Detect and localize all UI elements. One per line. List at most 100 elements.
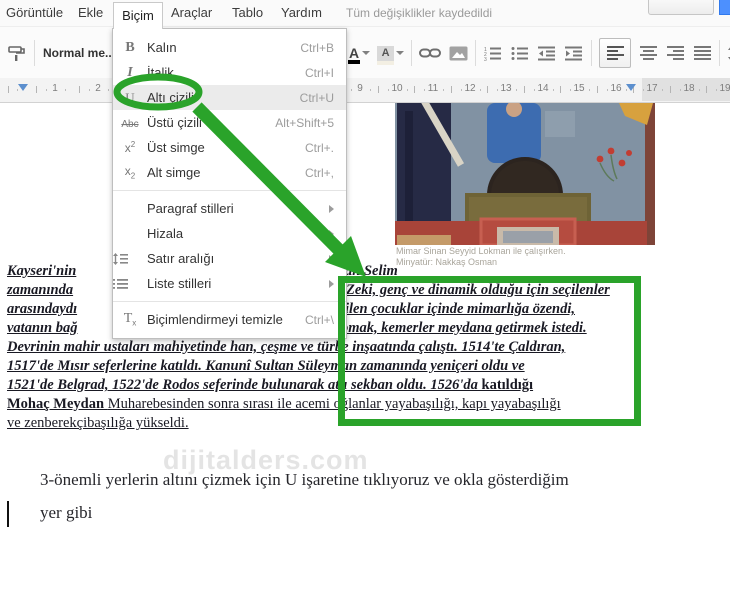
numbered-list-icon[interactable]: 123 — [483, 39, 503, 67]
para-line7: 1521'de Belgrad, 1522'de Rodos seferinde… — [7, 377, 534, 393]
ruler-tick — [589, 89, 590, 91]
ruler-tick — [424, 89, 425, 91]
ruler-tick — [407, 89, 408, 91]
ruler-number: 13 — [500, 83, 512, 94]
menu-item-bold[interactable]: B Kalın Ctrl+B — [113, 35, 346, 60]
para-line2-right: Zeki, genç ve dinamik olduğu için seçile… — [346, 282, 610, 298]
ruler-tick — [534, 89, 535, 91]
submenu-arrow-icon — [329, 229, 334, 238]
toolbar-separator — [411, 40, 413, 66]
menu-tablo[interactable]: Tablo — [232, 0, 263, 26]
menu-item-line-spacing[interactable]: Satır aralığı — [113, 246, 346, 271]
note-line2: yer gibi — [40, 503, 93, 522]
menu-araclar[interactable]: Araçlar — [171, 0, 212, 26]
text-color-button[interactable]: A — [348, 39, 371, 67]
ruler-tick — [46, 89, 47, 91]
style-selector[interactable]: Normal me... — [43, 39, 115, 67]
menu-yardim[interactable]: Yardım — [281, 0, 322, 26]
menu-item-subscript[interactable]: x2 Alt simge Ctrl+, — [113, 160, 346, 185]
ruler-tick — [414, 86, 415, 93]
submenu-arrow-icon — [329, 204, 334, 213]
text-color-caret[interactable] — [362, 51, 371, 55]
ruler-tick — [370, 89, 371, 91]
menu-item-superscript[interactable]: x2 Üst simge Ctrl+. — [113, 135, 346, 160]
toolbar-separator — [591, 40, 593, 66]
menu-item-clear-formatting[interactable]: Tx Biçimlendirmeyi temizle Ctrl+\ — [113, 307, 346, 332]
justify-button[interactable] — [692, 39, 712, 67]
para-line8: Mohaç Meydan Muharebesinden sonra sırası… — [7, 396, 561, 412]
clear-formatting-icon: Tx — [123, 311, 137, 328]
image-caption: Mimar Sinan Seyyid Lokman ile çalışırken… — [396, 246, 566, 267]
increase-indent-icon[interactable] — [564, 39, 584, 67]
submenu-arrow-icon — [329, 279, 334, 288]
menu-item-paragraph-styles[interactable]: Paragraf stilleri — [113, 196, 346, 221]
menu-item-align[interactable]: Hizala — [113, 221, 346, 246]
ruler-number: 11 — [427, 83, 439, 94]
underline-icon: U — [125, 89, 135, 105]
ruler-number: 17 — [646, 83, 658, 94]
insert-link-icon[interactable] — [419, 39, 442, 67]
ruler-tick — [461, 89, 462, 91]
ruler-tick — [670, 86, 671, 93]
ruler-tick — [524, 86, 525, 93]
menu-ekle[interactable]: Ekle — [78, 0, 103, 26]
ruler: 1 2 9 10 11 12 13 14 15 16 17 18 19 — [0, 78, 730, 103]
google-docs-window: Görüntüle Ekle Araçlar Tablo Yardım Tüm … — [0, 0, 730, 616]
menu-item-strikethrough[interactable]: Abc Üstü çizili Alt+Shift+5 — [113, 110, 346, 135]
ruler-number: 18 — [683, 83, 695, 94]
para-line5: Devrinin mahir ustaları mahiyetinde han,… — [7, 339, 566, 355]
ruler-tick — [378, 86, 379, 93]
menu-goruntule[interactable]: Görüntüle — [6, 0, 63, 26]
comments-button[interactable] — [648, 0, 714, 15]
ruler-tick — [662, 89, 663, 91]
ruler-number: 14 — [537, 83, 549, 94]
ruler-tick — [79, 86, 80, 93]
ruler-tick — [388, 89, 389, 91]
para-line2-left: zamanında — [7, 282, 74, 298]
toolbar-separator — [34, 40, 35, 66]
ruler-tick — [351, 89, 352, 91]
share-button[interactable] — [719, 0, 730, 15]
align-center-button[interactable] — [638, 39, 658, 67]
subscript-icon: x2 — [124, 164, 136, 181]
ruler-tick — [643, 89, 644, 91]
ruler-tick — [597, 86, 598, 93]
para-line4-right: omak, kemerler meydana getirmek istedi. — [341, 320, 587, 336]
menu-separator — [113, 301, 346, 302]
ruler-tick — [108, 89, 109, 91]
bulleted-list-icon[interactable] — [510, 39, 530, 67]
format-menu: B Kalın Ctrl+B I İtalik Ctrl+I U Altı çi… — [112, 28, 347, 339]
highlight-caret[interactable] — [396, 51, 405, 55]
decrease-indent-icon[interactable] — [537, 39, 557, 67]
menu-item-underline[interactable]: U Altı çizili Ctrl+U — [113, 85, 346, 110]
italic-icon: I — [127, 64, 133, 80]
para-line1-right: an Selim — [345, 263, 398, 279]
ruler-tick — [65, 89, 66, 91]
insert-image-icon[interactable] — [448, 39, 468, 67]
ruler-number: 19 — [719, 83, 730, 94]
ruler-tick — [706, 86, 707, 93]
bold-icon: B — [125, 39, 135, 55]
right-indent-marker[interactable] — [626, 84, 636, 91]
left-indent-marker[interactable] — [18, 84, 28, 91]
para-line9: ve zenberekçibaşılığa yükseldi. — [7, 415, 189, 431]
menu-item-list-styles[interactable]: Liste stilleri — [113, 271, 346, 296]
text-cursor — [7, 501, 9, 527]
note-line1: 3-önemli yerlerin altını çizmek için U i… — [40, 470, 569, 489]
menu-item-italic[interactable]: I İtalik Ctrl+I — [113, 60, 346, 85]
save-status: Tüm değişiklikler kaydedildi — [346, 6, 493, 20]
ruler-number: 1 — [52, 83, 58, 94]
ruler-tick — [480, 89, 481, 91]
menu-bicim[interactable]: Biçim — [113, 2, 163, 29]
document-image[interactable] — [395, 103, 655, 245]
align-left-button[interactable] — [599, 38, 632, 68]
document-page[interactable]: Mimar Sinan Seyyid Lokman ile çalışırken… — [0, 102, 730, 616]
ruler-tick — [487, 86, 488, 93]
align-right-button[interactable] — [665, 39, 685, 67]
highlight-color-button[interactable]: A — [377, 39, 405, 67]
para-line1-left: Kayseri'nin — [7, 263, 77, 279]
ruler-number: 15 — [573, 83, 585, 94]
paint-format-icon[interactable] — [6, 39, 26, 67]
ruler-number: 16 — [610, 83, 622, 94]
ruler-tick — [36, 86, 37, 93]
